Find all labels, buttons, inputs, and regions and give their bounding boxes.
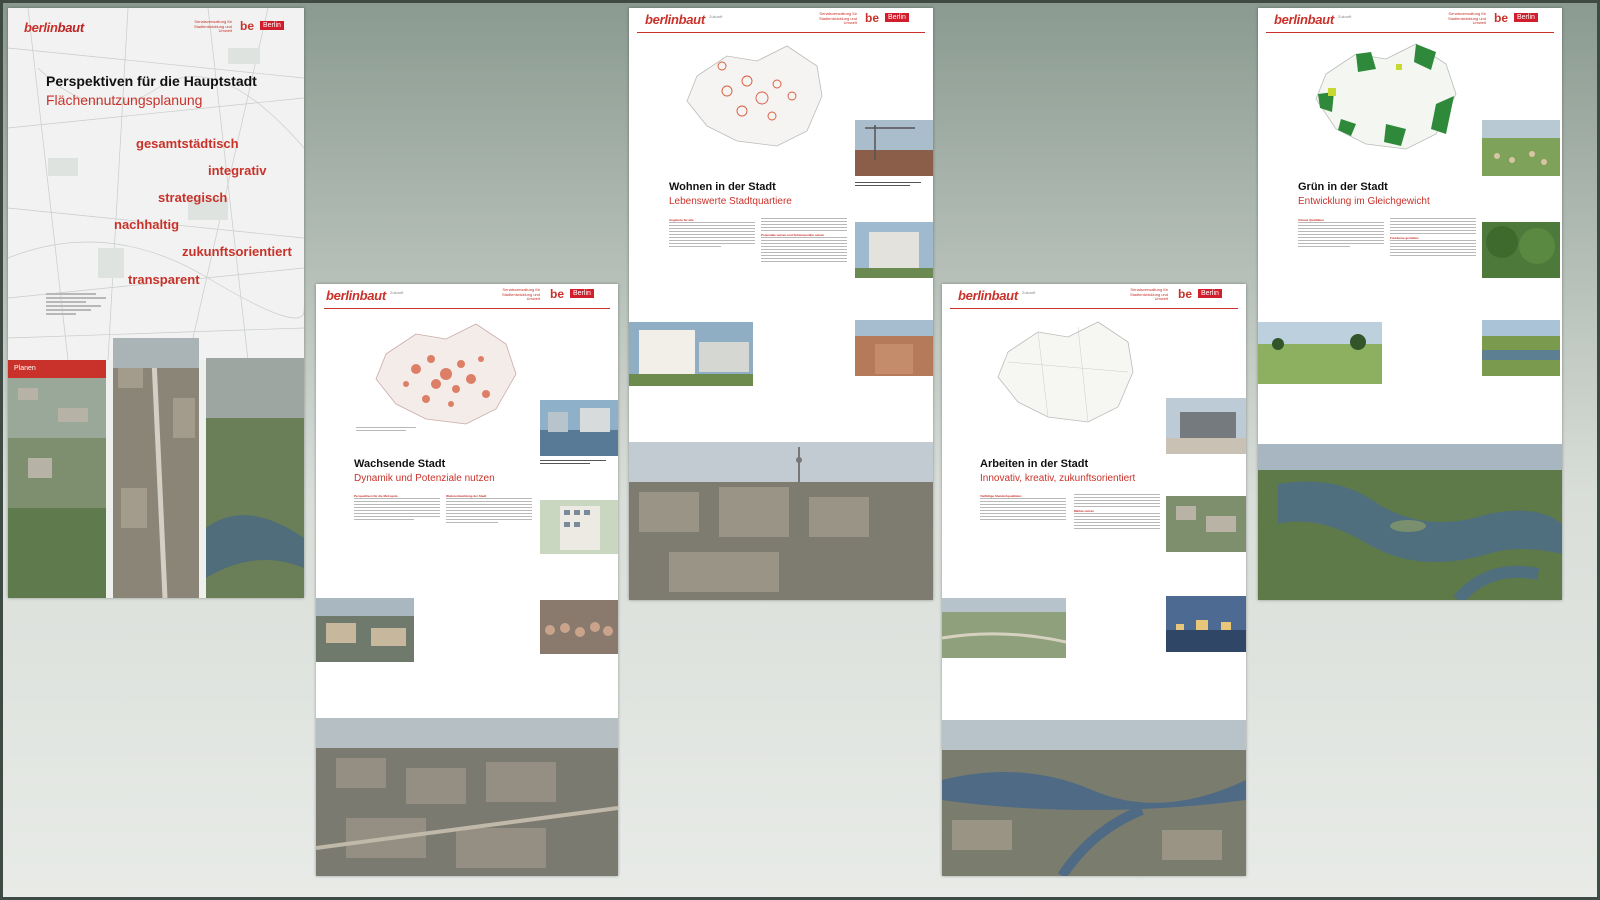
photo-development-area — [942, 598, 1066, 658]
senat-label: Senatsverwaltung für Stadtentwicklung un… — [818, 11, 857, 26]
photo-housing — [540, 500, 618, 554]
poster-title: Grün in der Stadt — [1298, 181, 1388, 193]
poster-wachsende-stadt: berlinbaut Zukunft Senatsverwaltung für … — [316, 284, 618, 876]
photo-campus-aerial — [1166, 496, 1246, 552]
zukunft-label: Zukunft — [1338, 14, 1352, 19]
cover-subtitle: Flächennutzungsplanung — [46, 92, 203, 108]
brand-logo: berlinbaut — [326, 288, 386, 303]
berlin-logo: Berlin — [260, 21, 284, 30]
green-spaces-map — [1315, 43, 1457, 150]
poster-wohnen: berlinbaut Zukunft Senatsverwaltung für … — [629, 8, 933, 600]
cover-poster: berlinbaut Senatsverwaltung für Stadtent… — [8, 8, 304, 598]
photo-skyline-night — [1166, 596, 1246, 652]
poster-gruen: berlinbaut Zukunft Senatsverwaltung für … — [1258, 8, 1562, 600]
photo-trees — [1482, 222, 1560, 278]
text-column-left: Vielfältige Standortqualitäten — [980, 494, 1066, 594]
poster-subtitle: Dynamik und Potenziale nutzen — [354, 473, 495, 484]
aerial-berlin-skyline — [629, 442, 933, 600]
cover-small-print — [46, 293, 116, 317]
keyword-zukunftsorientiert: zukunftsorientiert — [182, 244, 292, 259]
aerial-spree-river — [942, 720, 1246, 876]
berlin-logo: Berlin — [885, 13, 909, 22]
text-column-right: Märkte nutzen — [1074, 494, 1160, 694]
header-rule — [950, 308, 1238, 309]
brand-logo: berlinbaut — [1274, 12, 1334, 27]
housing-map — [686, 45, 823, 147]
poster-title: Wachsende Stadt — [354, 458, 446, 470]
senat-label: Senatsverwaltung für Stadtentwicklung un… — [1129, 287, 1168, 302]
be-logo: be — [550, 287, 565, 301]
poster-subtitle: Lebenswerte Stadtquartiere — [669, 196, 792, 207]
poster-subtitle: Innovativ, kreativ, zukunftsorientiert — [980, 473, 1136, 484]
header-rule — [637, 32, 925, 33]
poster-title: Arbeiten in der Stadt — [980, 458, 1089, 470]
be-logo: be — [1494, 11, 1509, 25]
cover-tab: Planen — [8, 360, 106, 378]
zukunft-label: Zukunft — [390, 290, 404, 295]
poster-title: Wohnen in der Stadt — [669, 181, 776, 193]
be-logo: be — [865, 11, 880, 25]
poster-subtitle: Entwicklung im Gleichgewicht — [1298, 196, 1430, 207]
zukunft-label: Zukunft — [1022, 290, 1036, 295]
economy-map — [997, 321, 1134, 423]
brand-logo: berlinbaut — [24, 20, 84, 35]
berlin-logo: Berlin — [1514, 13, 1538, 22]
map-caption — [356, 427, 426, 433]
photo-modern-building — [1166, 398, 1246, 454]
photo-crane — [855, 120, 933, 176]
growth-map — [375, 323, 517, 425]
poster-arbeiten: berlinbaut Zukunft Senatsverwaltung für … — [942, 284, 1246, 876]
text-column-left: Urbane Qualitäten — [1298, 218, 1384, 318]
keyword-strategisch: strategisch — [158, 190, 228, 205]
aerial-berlin-city — [316, 718, 618, 876]
brand-logo: berlinbaut — [645, 12, 705, 27]
text-column-right: Potenziale nutzen und Schwerpunkte setze… — [761, 218, 847, 438]
be-logo: be — [240, 19, 255, 33]
photo-caption-1 — [855, 182, 925, 188]
photo-caption-1 — [540, 460, 610, 466]
photo-crowd — [540, 600, 618, 654]
cover-aerial-right — [206, 358, 304, 598]
photo-construction — [316, 598, 414, 662]
photo-street-housing — [629, 322, 753, 386]
aerial-havel-lakes — [1258, 444, 1562, 600]
berlin-logo: Berlin — [1198, 289, 1222, 298]
photo-wetland — [1482, 320, 1560, 376]
photo-riverfront — [540, 400, 618, 456]
photo-apartments — [855, 222, 933, 278]
text-column-right: Weiterentwicklung der Stadt — [446, 494, 532, 614]
photo-park-crowd — [1482, 120, 1560, 176]
berlin-logo: Berlin — [570, 289, 594, 298]
photo-meadow — [1258, 322, 1382, 384]
cover-aerial-middle — [113, 338, 199, 598]
cover-aerial-left — [8, 378, 106, 598]
senat-label: Senatsverwaltung für Stadtentwicklung un… — [501, 287, 540, 302]
senat-label: Senatsverwaltung für Stadtentwicklung un… — [193, 19, 232, 34]
keyword-transparent: transparent — [128, 272, 200, 287]
header-rule — [1266, 32, 1554, 33]
be-logo: be — [1178, 287, 1193, 301]
keyword-gesamtstaedtisch: gesamtstädtisch — [136, 136, 239, 151]
keyword-nachhaltig: nachhaltig — [114, 217, 180, 232]
keyword-integrativ: integrativ — [208, 163, 267, 178]
header-rule — [324, 308, 610, 309]
text-column-right: Freiräume gestalten — [1390, 218, 1476, 418]
text-column-left: Angebote für alle — [669, 218, 755, 318]
text-column-left: Perspektiven für die Metropole — [354, 494, 440, 594]
brand-logo: berlinbaut — [958, 288, 1018, 303]
cover-title: Perspektiven für die Hauptstadt — [46, 73, 257, 89]
senat-label: Senatsverwaltung für Stadtentwicklung un… — [1447, 11, 1486, 26]
photo-courtyard — [855, 320, 933, 376]
zukunft-label: Zukunft — [709, 14, 723, 19]
